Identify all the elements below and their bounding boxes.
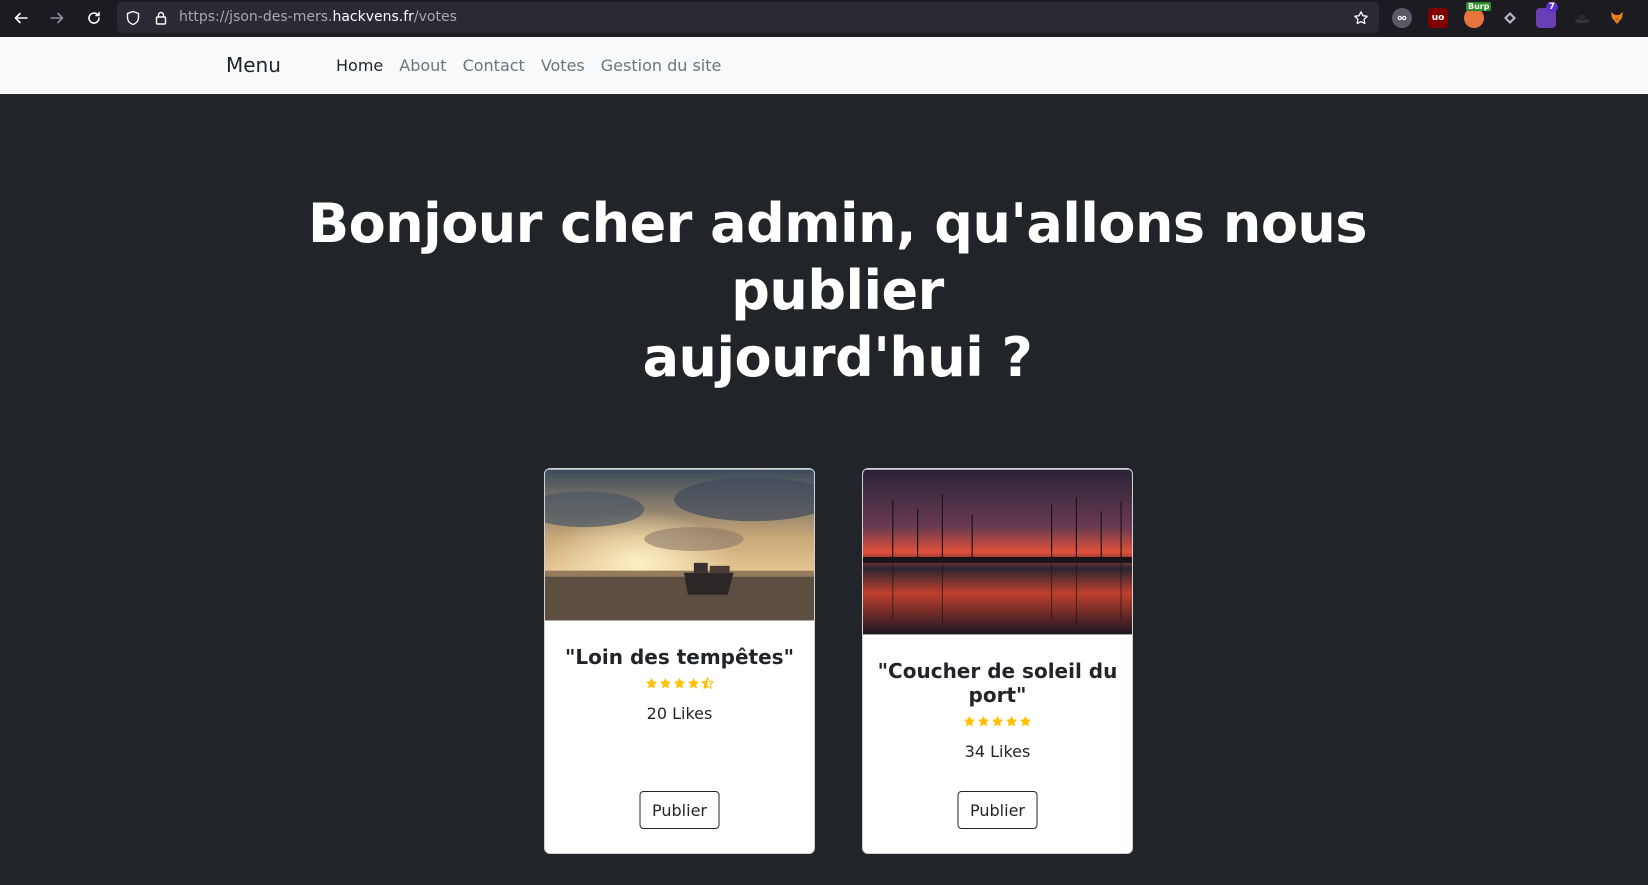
url-prefix: https://json-des-mers. — [179, 9, 333, 25]
star-full-icon — [1005, 715, 1018, 727]
nav-link-gestion[interactable]: Gestion du site — [593, 56, 730, 75]
nav-link-home[interactable]: Home — [328, 56, 391, 75]
publish-button[interactable]: Publier — [639, 791, 720, 829]
url-path: /votes — [413, 9, 457, 25]
card-title: "Coucher de soleil du port" — [877, 659, 1118, 707]
hero-title-line1: Bonjour cher admin, qu'allons nous publi… — [307, 192, 1368, 322]
hero-title-line2: aujourd'hui ? — [642, 326, 1033, 389]
ublock-icon[interactable]: uo — [1428, 8, 1448, 28]
burp-extension-icon[interactable]: Burp — [1464, 2, 1492, 28]
lock-icon[interactable] — [153, 10, 169, 26]
diamond-extension-icon[interactable] — [1500, 8, 1520, 28]
card-image-ship — [545, 469, 814, 621]
star-full-icon — [687, 677, 700, 689]
url-host: hackvens.fr — [332, 9, 414, 25]
navbar-brand[interactable]: Menu — [226, 53, 281, 77]
nav-link-contact[interactable]: Contact — [455, 56, 533, 75]
burp-badge: Burp — [1466, 2, 1492, 11]
extension-icon[interactable] — [1392, 8, 1412, 28]
hexagon-extension-icon[interactable]: 7 — [1536, 2, 1558, 28]
publish-button[interactable]: Publier — [957, 791, 1038, 829]
star-full-icon — [1019, 715, 1032, 727]
fox-extension-icon[interactable] — [1607, 8, 1627, 28]
vote-card: "Coucher de soleil du port" 34 Likes Pub… — [862, 468, 1133, 854]
star-full-icon — [673, 677, 686, 689]
star-full-icon — [963, 715, 976, 727]
star-full-icon — [977, 715, 990, 727]
hero-title: Bonjour cher admin, qu'allons nous publi… — [200, 190, 1475, 391]
card-title: "Loin des tempêtes" — [564, 645, 794, 669]
star-full-icon — [645, 677, 658, 689]
nav-links: Home About Contact Votes Gestion du site — [328, 56, 729, 75]
back-arrow-icon[interactable] — [10, 7, 32, 29]
nav-link-about[interactable]: About — [391, 56, 454, 75]
likes-count: 20 Likes — [646, 704, 713, 723]
browser-toolbar: https://json-des-mers.hackvens.fr/votes … — [0, 0, 1648, 37]
likes-count: 34 Likes — [964, 742, 1031, 761]
forward-arrow-icon[interactable] — [46, 7, 68, 29]
site-navbar: Menu Home About Contact Votes Gestion du… — [0, 37, 1648, 94]
star-full-icon — [991, 715, 1004, 727]
extension-count-badge: 7 — [1545, 2, 1558, 12]
url-text[interactable]: https://json-des-mers.hackvens.fr/votes — [179, 9, 457, 25]
hat-extension-icon[interactable] — [1572, 8, 1592, 28]
star-full-icon — [659, 677, 672, 689]
star-rating — [863, 715, 1132, 728]
reload-icon[interactable] — [83, 7, 105, 29]
star-half-icon — [701, 677, 714, 690]
vote-card: "Loin des tempêtes" 20 Likes Publier — [544, 468, 815, 854]
shield-icon[interactable] — [125, 10, 141, 26]
nav-link-votes[interactable]: Votes — [533, 56, 593, 75]
bookmark-star-icon[interactable] — [1353, 10, 1369, 26]
address-bar[interactable]: https://json-des-mers.hackvens.fr/votes — [117, 2, 1379, 33]
card-image-harbor — [863, 469, 1132, 635]
star-rating — [545, 677, 814, 690]
